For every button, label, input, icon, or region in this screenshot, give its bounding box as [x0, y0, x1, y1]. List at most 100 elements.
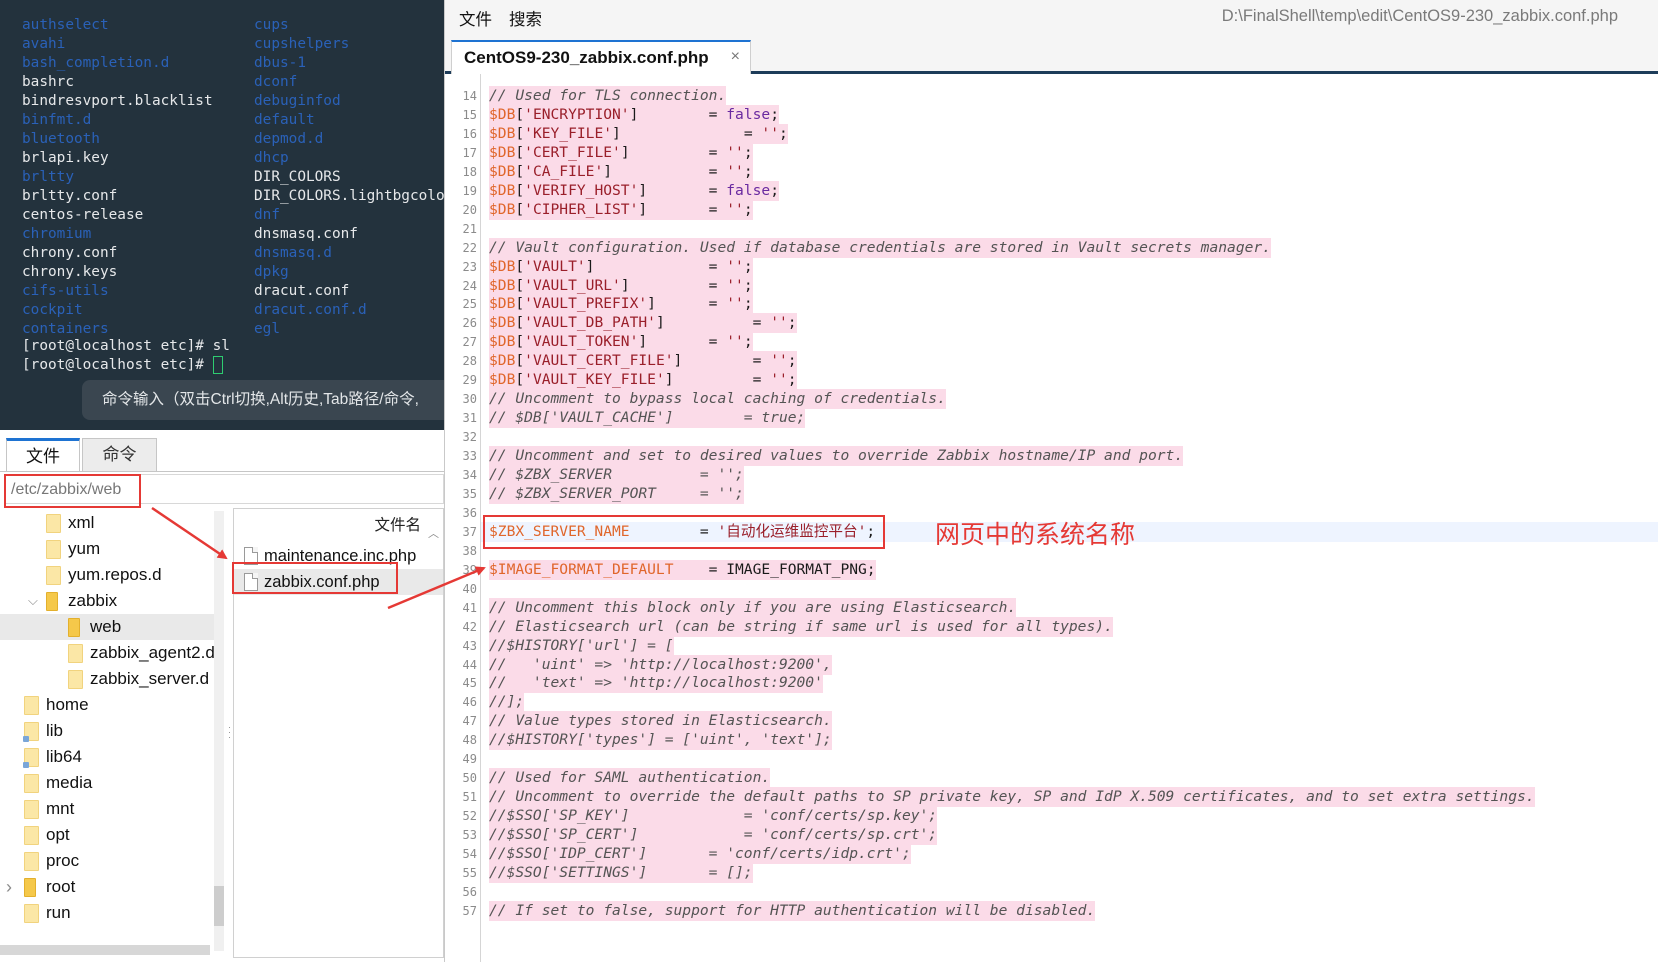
- column-header-filename[interactable]: 文件名: [374, 517, 421, 534]
- tree-node-root[interactable]: › root: [0, 874, 216, 900]
- code-string: '': [761, 124, 779, 142]
- code-operator: ;: [743, 162, 753, 180]
- code-line: // Uncomment to bypass local caching of …: [489, 389, 946, 410]
- tree-node-media[interactable]: media: [0, 770, 216, 796]
- line-number: 36: [462, 505, 477, 520]
- close-icon[interactable]: ×: [731, 48, 740, 66]
- code-comment: // 'text' => 'http://localhost:9200': [489, 674, 823, 692]
- tab-files[interactable]: 文件: [6, 438, 80, 472]
- code-comment: // Elasticsearch url (can be string if s…: [489, 617, 1113, 635]
- code-comment: // Uncomment to bypass local caching of …: [489, 390, 946, 408]
- code-string: 'VERIFY_HOST': [524, 181, 639, 199]
- terminal-listing-row: brlapi.key dhcp: [22, 149, 289, 168]
- menu-search[interactable]: 搜索: [509, 6, 542, 30]
- file-list-header[interactable]: 文件名 ︿: [234, 509, 443, 540]
- editor-tab-bar: CentOS9-230_zabbix.conf.php ×: [445, 32, 1658, 74]
- tree-node-run[interactable]: run: [0, 900, 216, 926]
- terminal-entry: bindresvport.blacklist: [22, 93, 213, 109]
- terminal-entry: binfmt.d: [22, 112, 92, 128]
- line-number: 31: [462, 411, 477, 426]
- code-keyword: false: [726, 181, 771, 199]
- tree-scrollbar-thumb[interactable]: [214, 886, 224, 926]
- terminal-entry: DIR_COLORS.lightbgcolor: [254, 188, 444, 204]
- command-input-hint[interactable]: 命令输入（双击Ctrl切换,Alt历史,Tab路径/命令,: [82, 380, 444, 420]
- chevron-right-icon[interactable]: ›: [6, 874, 12, 900]
- tree-node-label: zabbix_agent2.d: [90, 643, 215, 662]
- code-operator: ] =: [673, 352, 771, 370]
- line-number: 54: [462, 847, 477, 861]
- tree-node-zabbix-agent2-d[interactable]: zabbix_agent2.d: [0, 640, 216, 666]
- tree-node-home[interactable]: home: [0, 692, 216, 718]
- code-variable: $IMAGE_FORMAT_DEFAULT: [489, 560, 674, 578]
- line-number: 34: [462, 468, 477, 482]
- tree-node-yum-repos-d[interactable]: yum.repos.d: [0, 562, 216, 588]
- code-line: // Uncomment to override the default pat…: [489, 787, 1535, 808]
- code-variable: $DB: [489, 143, 516, 161]
- terminal-listing-row: bashrc dconf: [22, 73, 297, 92]
- tree-horizontal-scrollbar[interactable]: [0, 945, 210, 955]
- tab-commands[interactable]: 命令: [82, 438, 157, 472]
- code-string: '': [770, 352, 788, 370]
- terminal-entry: egl: [254, 321, 280, 337]
- code-comment: // $ZBX_SERVER_PORT = '';: [489, 484, 744, 502]
- tree-node-lib64[interactable]: lib64: [0, 744, 216, 770]
- code-line: // Uncomment and set to desired values t…: [489, 446, 1184, 467]
- tree-node-mnt[interactable]: mnt: [0, 796, 216, 822]
- code-operator: [: [515, 143, 525, 161]
- tree-node-web[interactable]: web: [0, 614, 216, 640]
- code-operator: ;: [770, 181, 779, 199]
- tree-node-label: media: [46, 773, 93, 792]
- code-operator: ;: [787, 314, 797, 332]
- tree-node-zabbix-server-d[interactable]: zabbix_server.d: [0, 666, 216, 692]
- code-variable: $DB: [489, 333, 516, 351]
- line-number: 21: [462, 221, 477, 236]
- code-variable: $DB: [489, 200, 516, 218]
- code-comment: //$SSO['SP_CERT'] = 'conf/certs/sp.crt';: [489, 826, 938, 844]
- terminal-prompt-line[interactable]: [root@localhost etc]#: [22, 356, 223, 375]
- chevron-down-icon[interactable]: ⌵: [28, 588, 38, 614]
- code-variable: $DB: [489, 295, 516, 313]
- editor-tab-active[interactable]: CentOS9-230_zabbix.conf.php ×: [451, 40, 751, 74]
- tree-node-lib[interactable]: lib: [0, 718, 216, 744]
- terminal-listing-row: bash_completion.d dbus-1: [22, 54, 306, 73]
- tree-node-label: lib64: [46, 747, 82, 766]
- tree-node-xml[interactable]: xml: [0, 510, 216, 536]
- code-operator: [: [515, 162, 525, 180]
- code-line: $DB['VAULT_PREFIX'] = '';: [489, 294, 753, 315]
- folder-icon: [24, 774, 39, 793]
- code-area[interactable]: 14 15 16 17 18 19 20 21 22 23 24 25 26 27 28 29 30 31 32 33…: [445, 74, 1658, 962]
- menu-file[interactable]: 文件: [459, 6, 492, 30]
- code-operator: ] =: [638, 200, 727, 218]
- code-string: '': [770, 314, 788, 332]
- folder-icon: [46, 566, 61, 585]
- terminal-entry: depmod.d: [254, 131, 324, 147]
- code-operator: ;: [787, 352, 797, 370]
- directory-tree[interactable]: xml yum yum.repos.d ⌵ zabbix web zabbix_agent2…: [0, 510, 216, 950]
- terminal-listing-row: authselect cups: [22, 16, 289, 35]
- code-operator: ] =: [647, 295, 727, 313]
- code-line: $IMAGE_FORMAT_DEFAULT = IMAGE_FORMAT_PNG…: [489, 559, 876, 580]
- line-number: 43: [462, 638, 477, 653]
- code-comment: // Used for SAML authentication.: [489, 769, 771, 787]
- code-operator: ] =: [620, 143, 727, 161]
- terminal-listing-row: chrony.keys dpkg: [22, 263, 289, 282]
- code-line: // Elasticsearch url (can be string if s…: [489, 616, 1113, 637]
- code-operator: ] =: [612, 124, 762, 142]
- tree-scrollbar[interactable]: [214, 511, 224, 951]
- code-line: // $DB['VAULT_CACHE'] = true;: [489, 408, 806, 429]
- code-variable: $DB: [489, 105, 516, 123]
- tree-node-yum[interactable]: yum: [0, 536, 216, 562]
- splitter-handle[interactable]: · · ·: [228, 723, 231, 742]
- code-operator: ;: [770, 105, 779, 123]
- folder-icon: [46, 514, 61, 533]
- terminal-pane[interactable]: authselect cups avahi cupshelpers bash_compl…: [0, 0, 444, 430]
- line-number: 51: [462, 790, 477, 805]
- tree-node-proc[interactable]: proc: [0, 848, 216, 874]
- tree-node-zabbix[interactable]: ⌵ zabbix: [0, 588, 216, 614]
- folder-icon: [68, 618, 80, 637]
- code-keyword: false: [726, 105, 771, 123]
- tree-node-opt[interactable]: opt: [0, 822, 216, 848]
- line-number: 45: [462, 676, 477, 691]
- terminal-prompt-line: [root@localhost etc]# sl: [22, 338, 230, 354]
- line-number: 47: [462, 714, 477, 729]
